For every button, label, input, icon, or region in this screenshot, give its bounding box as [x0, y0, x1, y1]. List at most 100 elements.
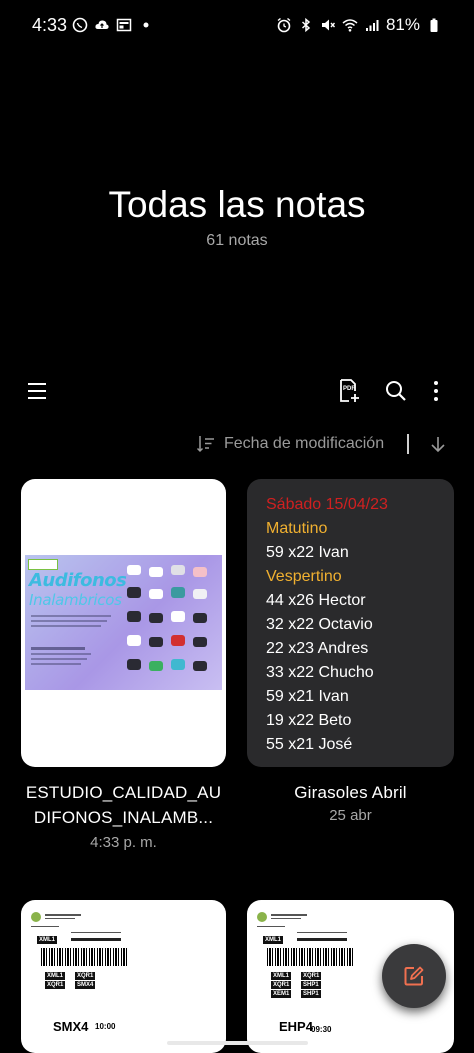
note-card-label-1[interactable]: XML1 XML1 XQR1 XQR1 SMX4 SMX4 10:00	[21, 900, 226, 1053]
note-count: 61 notas	[206, 232, 268, 249]
gesture-bar[interactable]	[167, 1041, 308, 1045]
label-cell: XQR1	[75, 972, 96, 980]
note-line: 19 x22 Beto	[266, 712, 352, 729]
note-title-estudio: ESTUDIO_CALIDAD_AU DIFONOS_INALAMB...	[21, 780, 226, 830]
label-cell: SHP1	[301, 981, 321, 989]
label-cell: XML1	[45, 972, 66, 980]
note-title-line: DIFONOS_INALAMB...	[33, 808, 214, 827]
label-cell: XQR1	[45, 981, 66, 989]
label-text-line	[271, 914, 307, 916]
label-cell: SHP1	[301, 990, 321, 998]
label-cell: XQR1	[301, 972, 322, 980]
flyer-text-line	[31, 658, 87, 660]
battery-percent: 81%	[385, 15, 420, 34]
label-text-line	[31, 926, 59, 927]
mute-icon	[321, 19, 335, 31]
label-time: 10:00	[95, 1022, 116, 1031]
toolbar: PDF	[0, 373, 474, 409]
flyer-title: Audifonos	[29, 570, 127, 591]
dot-icon	[143, 22, 149, 28]
note-preview-text: Sábado 15/04/23 Matutino 59 x22 Ivan Ves…	[266, 493, 388, 757]
sort-row: Fecha de modificación	[0, 430, 474, 458]
note-title-girasoles: Girasoles Abril	[294, 783, 407, 802]
barcode	[41, 948, 129, 966]
status-left-icons	[72, 17, 154, 33]
label-text-line	[271, 918, 301, 919]
note-title-line: ESTUDIO_CALIDAD_AU	[25, 783, 222, 802]
menu-icon	[28, 383, 46, 399]
flyer-text-line	[31, 663, 81, 665]
note-line: 55 x21 José	[266, 736, 353, 753]
label-cell: XEM1	[271, 990, 292, 998]
label-text-line	[297, 932, 347, 933]
label-text-line	[71, 938, 121, 941]
label-text-line	[71, 932, 121, 933]
label-cell: XML1	[271, 972, 292, 980]
svg-text:PDF: PDF	[343, 386, 355, 392]
note-line: 33 x22 Chucho	[266, 664, 374, 681]
more-options-button[interactable]	[418, 373, 454, 409]
more-vert-icon	[434, 381, 438, 401]
note-line: 22 x23 Andres	[266, 640, 369, 657]
label-cell: XQR1	[271, 981, 292, 989]
note-card-girasoles[interactable]: Sábado 15/04/23 Matutino 59 x22 Ivan Ves…	[247, 479, 454, 767]
label-logo	[31, 912, 41, 922]
note-line: 59 x21 Ivan	[266, 688, 349, 705]
flyer-text-line	[31, 653, 91, 655]
label-text-line	[45, 918, 75, 919]
label-text-line	[297, 938, 347, 941]
sort-icon[interactable]	[196, 434, 216, 454]
label-text-line	[257, 926, 285, 927]
note-card-estudio[interactable]: Audifonos Inalambricos	[21, 479, 226, 767]
alarm-icon	[277, 17, 291, 33]
menu-button[interactable]	[19, 373, 55, 409]
label-time: 09:30	[311, 1025, 332, 1034]
flyer-thumbnail: Audifonos Inalambricos	[25, 555, 222, 690]
flyer-badge	[28, 559, 58, 570]
page-title: Todas las notas	[108, 184, 366, 225]
label-text-line	[45, 914, 81, 916]
wifi-icon	[342, 19, 358, 32]
note-date-girasoles: 25 abr	[329, 807, 372, 824]
status-right-icons: 81%	[276, 15, 442, 35]
note-date-estudio: 4:33 p. m.	[90, 834, 157, 851]
whatsapp-icon	[72, 17, 88, 33]
search-icon	[386, 381, 406, 401]
note-line: Sábado 15/04/23	[266, 496, 388, 513]
news-icon	[116, 18, 132, 32]
flyer-subtitle: Inalambricos	[29, 591, 122, 609]
label-big-code: EHP4	[279, 1019, 313, 1034]
label-code: XML1	[263, 936, 284, 944]
label-code: XML1	[37, 936, 58, 944]
note-line: 59 x22 Ivan	[266, 544, 349, 561]
barcode	[267, 948, 355, 966]
status-bar: 4:33 81%	[0, 0, 474, 52]
compose-icon	[404, 966, 424, 986]
label-cell: SMX4	[75, 981, 96, 989]
search-button[interactable]	[378, 373, 414, 409]
flyer-text-line	[31, 615, 111, 617]
earbuds-grid-image	[127, 565, 207, 671]
note-line: 32 x22 Octavio	[266, 616, 373, 633]
shipping-label-thumbnail: XML1 XML1 XQR1 XQR1 SHP1 XEM1 SHP1 EHP4 …	[257, 912, 362, 1053]
pdf-add-button[interactable]: PDF	[331, 373, 367, 409]
status-time: 4:33	[32, 15, 68, 35]
battery-icon	[430, 18, 438, 32]
note-line: Vespertino	[266, 568, 342, 585]
note-line: Matutino	[266, 520, 328, 537]
flyer-text-line	[31, 625, 101, 627]
note-line: 44 x26 Hector	[266, 592, 366, 609]
cloud-upload-icon	[95, 20, 109, 29]
label-big-code: SMX4	[53, 1019, 89, 1034]
new-note-button[interactable]	[382, 944, 446, 1008]
flyer-text-line	[31, 647, 85, 650]
arrow-down-icon[interactable]	[428, 434, 448, 454]
sort-separator	[407, 434, 409, 454]
flyer-text-line	[31, 620, 107, 622]
signal-icon	[365, 20, 379, 31]
pdf-add-icon: PDF	[340, 379, 359, 402]
bluetooth-icon	[301, 17, 311, 33]
label-logo	[257, 912, 267, 922]
shipping-label-thumbnail: XML1 XML1 XQR1 XQR1 SMX4 SMX4 10:00	[31, 912, 136, 1053]
sort-label[interactable]: Fecha de modificación	[224, 435, 384, 453]
